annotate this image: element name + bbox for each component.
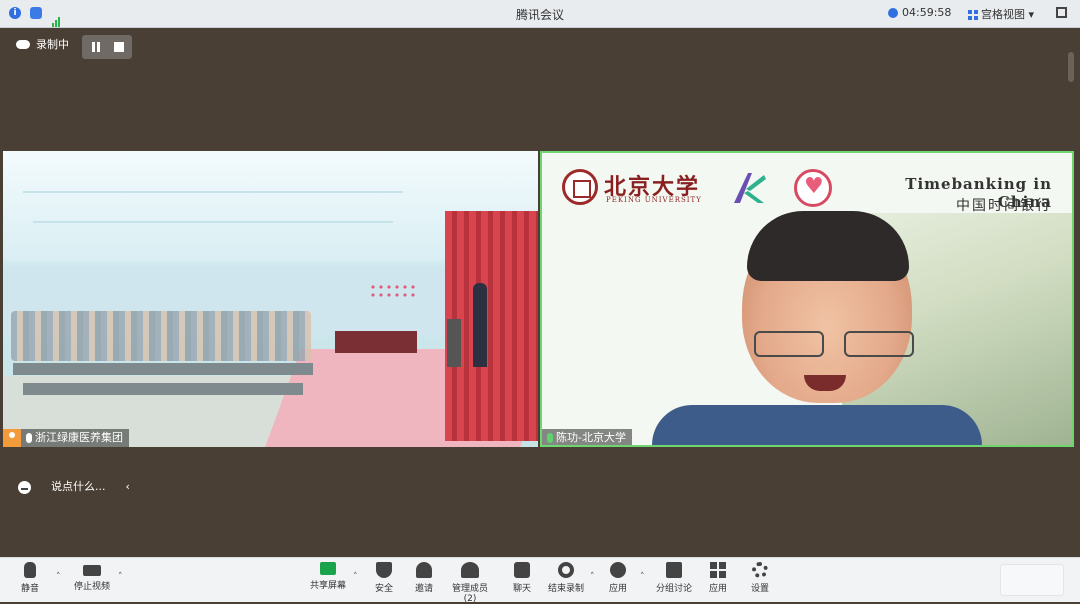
recording-controls [82,35,132,59]
video-tile-left[interactable]: 浙江绿康医养集团 [3,151,538,447]
video-label: 停止视频 [73,582,110,592]
fullscreen-icon[interactable] [1056,7,1067,18]
gear-icon [752,562,768,578]
invite-button[interactable]: 邀请 [400,562,448,594]
view-label: 宫格视图 [981,8,1025,21]
ceiling-beam [23,191,403,193]
mute-label: 静音 [20,584,39,594]
university-name-en: PEKING UNIVERSITY [606,196,702,204]
emoji-icon[interactable] [18,480,31,494]
record-icon [558,562,574,578]
view-switch-button[interactable]: 宫格视图 ▾ [968,6,1034,22]
breakout-icon [666,562,682,578]
participant-name: 陈功-北京大学 [556,431,626,444]
shield-icon [376,562,392,578]
breakout-rooms-button[interactable]: 分组讨论 [650,562,698,594]
speaker-figure [473,283,487,367]
camera-icon [83,565,101,576]
pause-icon[interactable] [91,42,101,52]
chat-input[interactable]: 说点什么... ‹ [18,478,130,494]
k-logo-icon [734,173,766,203]
microphone-icon [24,562,36,578]
heart-logo-icon [794,169,832,207]
pku-seal-icon [562,169,598,205]
microphone-icon [26,433,32,443]
slide-title-cn: 中国时间银行 [956,198,1052,214]
participant-name: 浙江绿康医养集团 [35,431,123,444]
audience [11,311,311,361]
security-label: 安全 [374,584,393,594]
end-recording-button[interactable]: 结束录制 [542,562,590,594]
microphone-active-icon [547,433,553,443]
audio-options-caret[interactable]: ˄ [56,572,61,582]
chat-label: 聊天 [512,584,531,594]
apps-label: 应用 [708,584,727,594]
chat-button[interactable]: 聊天 [498,562,546,594]
recording-label: 录制中 [36,38,69,51]
apps-button[interactable]: 应用 [694,562,742,594]
glasses [754,331,916,357]
share-screen-icon [320,562,336,575]
bottom-toolbar: 静音 ˄ 停止视频 ˄ 共享屏幕 ˄ 安全 邀请 管理成员(2) 聊天 结束录制… [0,557,1080,604]
stop-icon[interactable] [114,42,124,52]
invite-label: 邀请 [414,584,433,594]
apps-grid-icon [710,562,726,578]
members-label: 管理成员(2) [451,584,488,604]
breakout-label: 分组讨论 [655,584,692,594]
members-button[interactable]: 管理成员(2) [446,562,494,604]
slide-header: 北京大学 PEKING UNIVERSITY Timebanking in Ch… [562,169,1062,214]
apps-options-caret[interactable]: ˄ [640,572,645,582]
end-meeting-button[interactable] [1000,564,1064,596]
settings-label: 设置 [750,584,769,594]
participant-label-left: 浙江绿康医养集团 [3,429,129,447]
chat-placeholder: 说点什么... [51,480,106,493]
video-options-caret[interactable]: ˄ [118,572,123,582]
meeting-time: 04:59:58 [902,6,952,19]
mute-button[interactable]: 静音 [6,562,54,594]
title-bar: i 腾讯会议 04:59:58 宫格视图 ▾ [0,0,1080,28]
share-options-caret[interactable]: ˄ [353,572,358,582]
cloud-icon [16,39,30,49]
participant-label-right: 陈功-北京大学 [542,429,632,445]
video-tile-right[interactable]: 北京大学 PEKING UNIVERSITY Timebanking in Ch… [540,151,1074,447]
scrollbar[interactable] [1068,52,1074,82]
chat-icon [514,562,530,578]
speaker-shirt [652,405,982,445]
share-label: 共享屏幕 [309,581,346,591]
podium [447,319,461,367]
invite-icon [416,562,432,578]
desk-row [23,383,303,395]
speaker-hair [747,211,909,281]
meeting-timer: 04:59:58 [888,6,951,19]
stage-table [335,331,417,353]
video-button[interactable]: 停止视频 [68,562,116,592]
apps-center-button[interactable]: 应用 [594,562,642,594]
settings-button[interactable]: 设置 [736,562,784,594]
desk-row [13,363,313,375]
apps-center-icon [610,562,626,578]
record-label: 结束录制 [547,584,584,594]
grid-view-icon [968,10,978,20]
share-screen-button[interactable]: 共享屏幕 [304,562,352,591]
clock-icon [888,8,898,18]
recording-indicator: 录制中 [16,36,69,58]
ceiling-beam [33,221,393,223]
apps-center-label: 应用 [608,584,627,594]
members-icon [461,562,479,578]
avatar-icon [3,429,21,447]
flower-banner [369,283,417,301]
collapse-arrow-icon[interactable]: ‹ [126,480,130,493]
